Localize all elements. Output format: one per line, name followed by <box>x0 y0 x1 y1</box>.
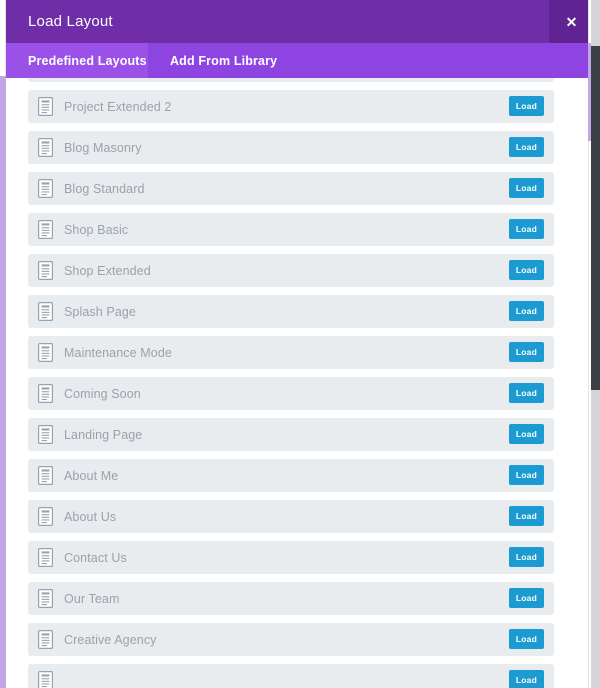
layout-row[interactable]: Landing Page Load <box>28 418 554 451</box>
layout-row[interactable]: Shop Basic Load <box>28 213 554 246</box>
document-icon <box>38 138 53 157</box>
modal-title: Load Layout <box>28 13 113 30</box>
document-icon <box>38 671 53 688</box>
document-icon <box>38 302 53 321</box>
layout-row-label: Shop Extended <box>64 263 151 278</box>
page-scrollbar-thumb[interactable] <box>591 46 600 390</box>
load-button[interactable]: Load <box>508 383 544 403</box>
tab-add-from-library-label: Add From Library <box>170 53 278 68</box>
layout-row-label: Maintenance Mode <box>64 345 172 360</box>
layout-row[interactable]: Maintenance Mode Load <box>28 336 554 369</box>
layout-row-label: Our Team <box>64 591 120 606</box>
document-icon <box>38 466 53 485</box>
layout-row[interactable]: Creative Agency Load <box>28 623 554 656</box>
layout-row[interactable]: Our Team Load <box>28 582 554 615</box>
layout-row[interactable]: Blog Standard Load <box>28 172 554 205</box>
load-button[interactable]: Load <box>508 219 544 239</box>
document-icon <box>38 261 53 280</box>
layout-list: Load Project Extended 2 Load Blog Masonry Lo… <box>6 78 576 688</box>
layout-row[interactable]: About Me Load <box>28 459 554 492</box>
document-icon <box>38 343 53 362</box>
layout-row-label: Coming Soon <box>64 386 141 401</box>
document-icon <box>38 384 53 403</box>
document-icon <box>38 589 53 608</box>
layout-row[interactable]: About Us Load <box>28 500 554 533</box>
tab-predefined-layouts-label: Predefined Layouts <box>28 53 147 68</box>
layout-row[interactable]: Blog Masonry Load <box>28 131 554 164</box>
layout-row-label: Project Extended 2 <box>64 99 172 114</box>
tab-add-from-library[interactable]: Add From Library <box>148 43 277 78</box>
layout-row-label: Blog Masonry <box>64 140 142 155</box>
tab-predefined-layouts[interactable]: Predefined Layouts <box>6 43 148 78</box>
load-button[interactable]: Load <box>508 547 544 567</box>
load-button[interactable]: Load <box>508 465 544 485</box>
document-icon <box>38 630 53 649</box>
load-button[interactable]: Load <box>508 629 544 649</box>
layout-row-label: Blog Standard <box>64 181 145 196</box>
screen: Load Layout ✕ Predefined Layouts Add Fro… <box>0 0 600 688</box>
load-button[interactable]: Load <box>508 670 544 688</box>
load-button[interactable]: Load <box>508 260 544 280</box>
document-icon <box>38 548 53 567</box>
document-icon <box>38 179 53 198</box>
layout-row[interactable]: Load <box>28 664 554 688</box>
layout-row-label: Landing Page <box>64 427 143 442</box>
load-button[interactable]: Load <box>508 342 544 362</box>
layout-row[interactable]: Splash Page Load <box>28 295 554 328</box>
layout-row[interactable]: Project Extended 2 Load <box>28 90 554 123</box>
page-scrollbar-track[interactable] <box>591 0 600 688</box>
modal-header: Load Layout ✕ <box>6 0 594 43</box>
layout-row-label: Shop Basic <box>64 222 129 237</box>
layout-row[interactable]: Coming Soon Load <box>28 377 554 410</box>
layout-row[interactable]: Contact Us Load <box>28 541 554 574</box>
load-button[interactable]: Load <box>508 137 544 157</box>
layout-list-container[interactable]: Load Project Extended 2 Load Blog Masonry Lo… <box>6 78 594 688</box>
layout-row-label: Creative Agency <box>64 632 157 647</box>
document-icon <box>38 425 53 444</box>
tab-bar: Predefined Layouts Add From Library <box>6 43 594 78</box>
load-button[interactable]: Load <box>508 588 544 608</box>
load-layout-modal: Load Layout ✕ Predefined Layouts Add Fro… <box>6 0 594 688</box>
load-button[interactable]: Load <box>508 96 544 116</box>
document-icon <box>38 220 53 239</box>
close-icon: ✕ <box>565 13 578 30</box>
layout-row[interactable]: Shop Extended Load <box>28 254 554 287</box>
layout-row-label: Splash Page <box>64 304 136 319</box>
layout-row-label: Contact Us <box>64 550 127 565</box>
layout-row-label: About Me <box>64 468 119 483</box>
load-button[interactable]: Load <box>508 506 544 526</box>
load-button[interactable]: Load <box>508 301 544 321</box>
load-button[interactable]: Load <box>508 424 544 444</box>
document-icon <box>38 97 53 116</box>
layout-row-label: About Us <box>64 509 117 524</box>
load-button[interactable]: Load <box>508 178 544 198</box>
layout-row[interactable]: Load <box>28 78 554 82</box>
document-icon <box>38 507 53 526</box>
